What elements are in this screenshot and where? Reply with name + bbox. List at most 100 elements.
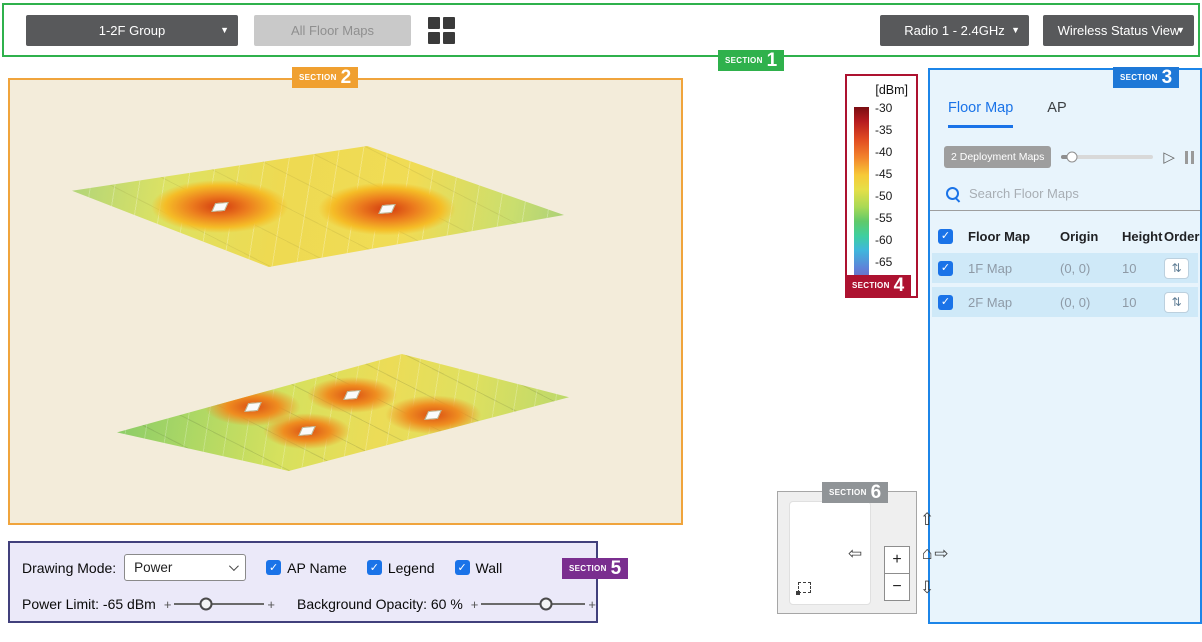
section-badge-label: SECTION bbox=[1120, 73, 1158, 82]
legend-label: Legend bbox=[388, 560, 435, 576]
home-button[interactable]: ⌂ bbox=[922, 544, 933, 562]
legend-ticks: -30 -35 -40 -45 -50 -55 -60 -65 -75 bbox=[875, 101, 892, 291]
column-header-order: Order bbox=[1164, 229, 1198, 244]
pause-bar bbox=[1185, 151, 1188, 164]
ap-marker[interactable] bbox=[343, 390, 361, 400]
slider-track[interactable] bbox=[481, 603, 585, 605]
select-region-icon bbox=[798, 582, 811, 593]
reorder-button[interactable]: ⇅ bbox=[1164, 292, 1189, 313]
section-badge-label: SECTION bbox=[299, 73, 337, 82]
pan-up-button[interactable]: ⇧ bbox=[920, 511, 934, 528]
section-4-badge: SECTION 4 bbox=[845, 275, 911, 296]
slider-track[interactable] bbox=[174, 603, 264, 605]
floor-map-height: 10 bbox=[1122, 295, 1164, 310]
section-badge-number: 2 bbox=[341, 68, 352, 87]
reorder-button[interactable]: ⇅ bbox=[1164, 258, 1189, 279]
playback-slider[interactable] bbox=[1061, 155, 1153, 159]
background-opacity-slider[interactable]: + + bbox=[471, 598, 596, 611]
zoom-out-button[interactable]: − bbox=[884, 573, 910, 601]
tab-ap[interactable]: AP bbox=[1047, 100, 1066, 128]
row-1f-map[interactable]: 1F Map (0, 0) 10 ⇅ bbox=[932, 253, 1198, 283]
background-opacity-label: Background Opacity: 60 % bbox=[297, 596, 463, 612]
upper-floor-heatmap bbox=[72, 146, 564, 267]
power-limit-slider[interactable]: + + bbox=[164, 598, 275, 611]
section-badge-label: SECTION bbox=[852, 281, 890, 290]
drawing-mode-select[interactable]: Power bbox=[124, 554, 246, 581]
zoom-in-button[interactable]: + bbox=[884, 546, 910, 574]
all-floor-maps-button[interactable]: All Floor Maps bbox=[254, 15, 411, 46]
sort-arrows-icon: ⇅ bbox=[1171, 261, 1181, 275]
grid-square bbox=[428, 32, 440, 44]
section-2-badge: SECTION 2 bbox=[292, 67, 358, 88]
section-badge-number: 6 bbox=[871, 483, 882, 502]
checkbox-checked-icon bbox=[266, 560, 281, 575]
section-1-badge: SECTION 1 bbox=[718, 50, 784, 71]
ap-marker[interactable] bbox=[298, 426, 316, 436]
tab-floor-map[interactable]: Floor Map bbox=[948, 100, 1013, 128]
floor-map-origin: (0, 0) bbox=[1060, 261, 1122, 276]
section-badge-number: 1 bbox=[767, 51, 778, 70]
pause-bar bbox=[1191, 151, 1194, 164]
legend-tick: -30 bbox=[875, 101, 892, 115]
ap-marker[interactable] bbox=[244, 402, 262, 412]
section-badge-number: 3 bbox=[1162, 68, 1173, 87]
grid-square bbox=[428, 17, 440, 29]
slider-end-tick: + bbox=[267, 598, 275, 611]
sort-arrows-icon: ⇅ bbox=[1171, 295, 1181, 309]
drawing-mode-value: Power bbox=[134, 560, 172, 575]
floor-map-canvas[interactable] bbox=[8, 78, 683, 525]
legend-checkbox[interactable]: Legend bbox=[367, 560, 435, 576]
section-badge-label: SECTION bbox=[725, 56, 763, 65]
grid-square bbox=[443, 17, 455, 29]
wall-label: Wall bbox=[476, 560, 503, 576]
radio-label: Radio 1 - 2.4GHz bbox=[904, 23, 1004, 38]
ap-name-checkbox[interactable]: AP Name bbox=[266, 560, 347, 576]
ap-marker[interactable] bbox=[378, 204, 396, 214]
section-badge-label: SECTION bbox=[569, 564, 607, 573]
pan-pad: ⇧ ⇦ ⌂ ⇨ ⇩ bbox=[789, 501, 871, 605]
slider-end-tick: + bbox=[471, 598, 479, 611]
row-checkbox[interactable] bbox=[938, 295, 953, 310]
ap-marker[interactable] bbox=[211, 201, 229, 211]
grid-square bbox=[443, 32, 455, 44]
dbm-legend: [dBm] -30 -35 -40 -45 -50 -55 -60 -65 -7… bbox=[845, 74, 918, 298]
legend-gradient-bar bbox=[854, 107, 869, 286]
pan-down-button[interactable]: ⇩ bbox=[920, 579, 934, 596]
play-icon[interactable]: ▷ bbox=[1163, 150, 1175, 165]
playback-slider-thumb[interactable] bbox=[1067, 152, 1078, 163]
sliders-row: Power Limit: -65 dBm + + Background Opac… bbox=[22, 596, 596, 612]
chevron-down-icon bbox=[229, 561, 239, 571]
column-header-floor-map: Floor Map bbox=[968, 229, 1060, 244]
section-6-badge: SECTION 6 bbox=[822, 482, 888, 503]
row-checkbox[interactable] bbox=[938, 261, 953, 276]
checkbox-checked-icon bbox=[367, 560, 382, 575]
view-mode-dropdown[interactable]: Wireless Status View ▼ bbox=[1043, 15, 1194, 46]
radio-dropdown[interactable]: Radio 1 - 2.4GHz ▼ bbox=[880, 15, 1029, 46]
wall-checkbox[interactable]: Wall bbox=[455, 560, 503, 576]
pan-left-button[interactable]: ⇦ bbox=[848, 545, 862, 562]
row-2f-map[interactable]: 2F Map (0, 0) 10 ⇅ bbox=[932, 287, 1198, 317]
slider-thumb[interactable] bbox=[539, 598, 552, 611]
pause-icon[interactable] bbox=[1185, 151, 1194, 164]
floor-group-label: 1-2F Group bbox=[99, 23, 165, 38]
deployment-maps-badge[interactable]: 2 Deployment Maps bbox=[944, 146, 1051, 168]
grid-view-icon[interactable] bbox=[428, 17, 455, 44]
floor-map-panel: Floor Map AP 2 Deployment Maps ▷ Floor M… bbox=[928, 68, 1202, 624]
section-5-badge: SECTION 5 bbox=[562, 558, 628, 579]
ap-name-label: AP Name bbox=[287, 560, 347, 576]
drawing-controls: Drawing Mode: Power AP Name Legend Wall … bbox=[8, 541, 598, 623]
pan-right-button[interactable]: ⇨ bbox=[934, 545, 948, 562]
section-badge-label: SECTION bbox=[829, 488, 867, 497]
slider-end-tick: + bbox=[164, 598, 172, 611]
floor-map-name: 2F Map bbox=[968, 295, 1060, 310]
floor-map-search[interactable] bbox=[930, 186, 1200, 211]
search-input[interactable] bbox=[969, 186, 1194, 201]
ap-marker[interactable] bbox=[425, 410, 443, 420]
drawing-mode-label: Drawing Mode: bbox=[22, 560, 116, 576]
legend-tick: -45 bbox=[875, 167, 892, 181]
slider-thumb[interactable] bbox=[199, 598, 212, 611]
floor-group-dropdown[interactable]: 1-2F Group ▼ bbox=[26, 15, 238, 46]
select-all-checkbox[interactable] bbox=[938, 229, 953, 244]
column-header-height: Height bbox=[1122, 229, 1164, 244]
zoom-controls: + − bbox=[884, 546, 910, 601]
